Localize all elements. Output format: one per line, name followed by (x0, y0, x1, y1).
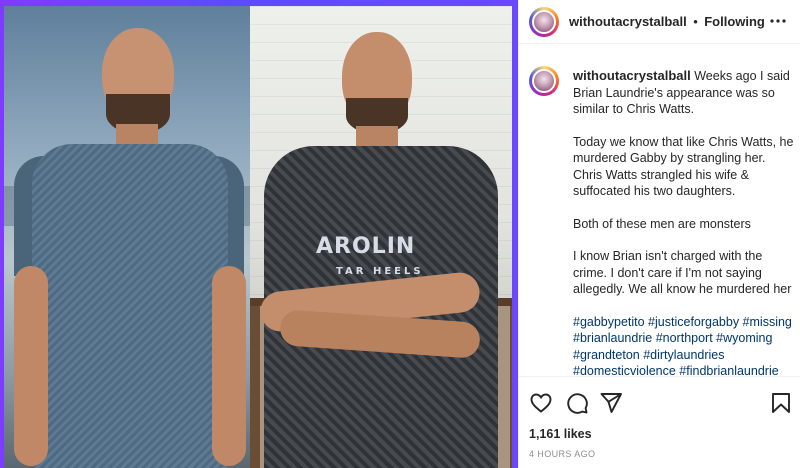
separator-dot: • (693, 14, 698, 29)
header-username[interactable]: withoutacrystalball (569, 14, 687, 29)
shirt-subprint: TAR HEELS (336, 266, 424, 277)
caption: withoutacrystalball Weeks ago I said Bri… (573, 68, 797, 396)
heart-icon[interactable] (529, 391, 553, 415)
caption-hashtags[interactable]: #gabbypetito #justiceforgabby #missing #… (573, 314, 797, 380)
caption-paragraph-3: Both of these men are monsters (573, 216, 751, 231)
post-header: withoutacrystalball • Following (519, 0, 800, 44)
caption-paragraph-2: Today we know that like Chris Watts, he … (573, 134, 794, 199)
caption-avatar[interactable] (529, 66, 559, 96)
following-button[interactable]: Following (704, 14, 765, 29)
avatar[interactable] (529, 7, 559, 37)
action-bar (519, 376, 800, 426)
likes-count[interactable]: 1,161 likes (529, 427, 592, 441)
paper-plane-icon[interactable] (599, 391, 623, 415)
left-photo (4, 6, 250, 468)
post-timestamp[interactable]: 4 HOURS AGO (529, 449, 595, 459)
shirt-print: AROLIN (316, 234, 416, 259)
comment-icon[interactable] (565, 391, 589, 415)
post-sidebar: withoutacrystalball • Following withouta… (518, 0, 800, 468)
caption-username[interactable]: withoutacrystalball (573, 68, 691, 83)
caption-paragraph-4: I know Brian isn't charged with the crim… (573, 249, 792, 296)
right-photo: AROLIN TAR HEELS (250, 6, 512, 468)
bookmark-icon[interactable] (769, 391, 793, 415)
post-media[interactable]: AROLIN TAR HEELS (0, 0, 518, 468)
more-dots-icon[interactable] (769, 11, 787, 29)
